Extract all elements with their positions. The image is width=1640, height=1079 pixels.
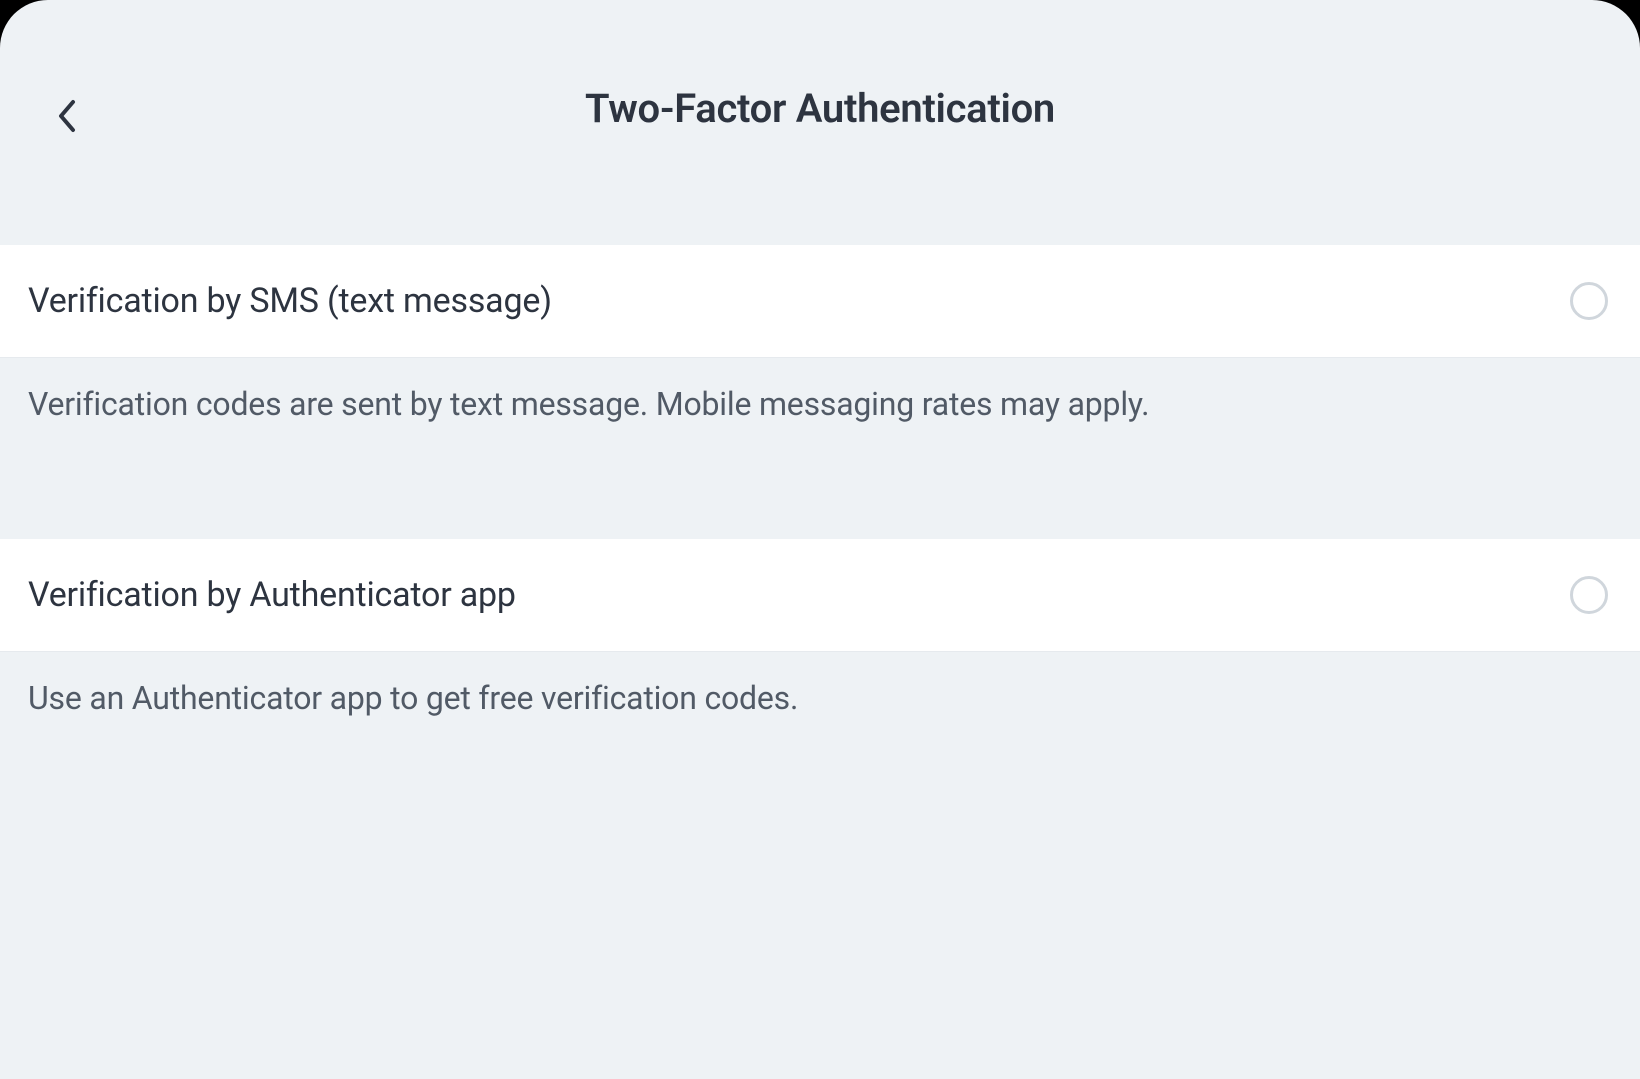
option-authenticator-description: Use an Authenticator app to get free ver… (0, 652, 1640, 721)
back-button[interactable] (42, 92, 92, 142)
option-sms-label: Verification by SMS (text message) (28, 281, 552, 321)
settings-screen: Two-Factor Authentication Verification b… (0, 0, 1640, 1079)
radio-sms[interactable] (1570, 282, 1608, 320)
chevron-left-icon (56, 99, 78, 136)
radio-authenticator[interactable] (1570, 576, 1608, 614)
header: Two-Factor Authentication (0, 0, 1640, 245)
section-gap (0, 427, 1640, 539)
option-authenticator[interactable]: Verification by Authenticator app (0, 539, 1640, 652)
option-sms-description: Verification codes are sent by text mess… (0, 358, 1640, 427)
option-sms[interactable]: Verification by SMS (text message) (0, 245, 1640, 358)
page-title: Two-Factor Authentication (0, 85, 1640, 132)
option-authenticator-label: Verification by Authenticator app (28, 575, 516, 615)
